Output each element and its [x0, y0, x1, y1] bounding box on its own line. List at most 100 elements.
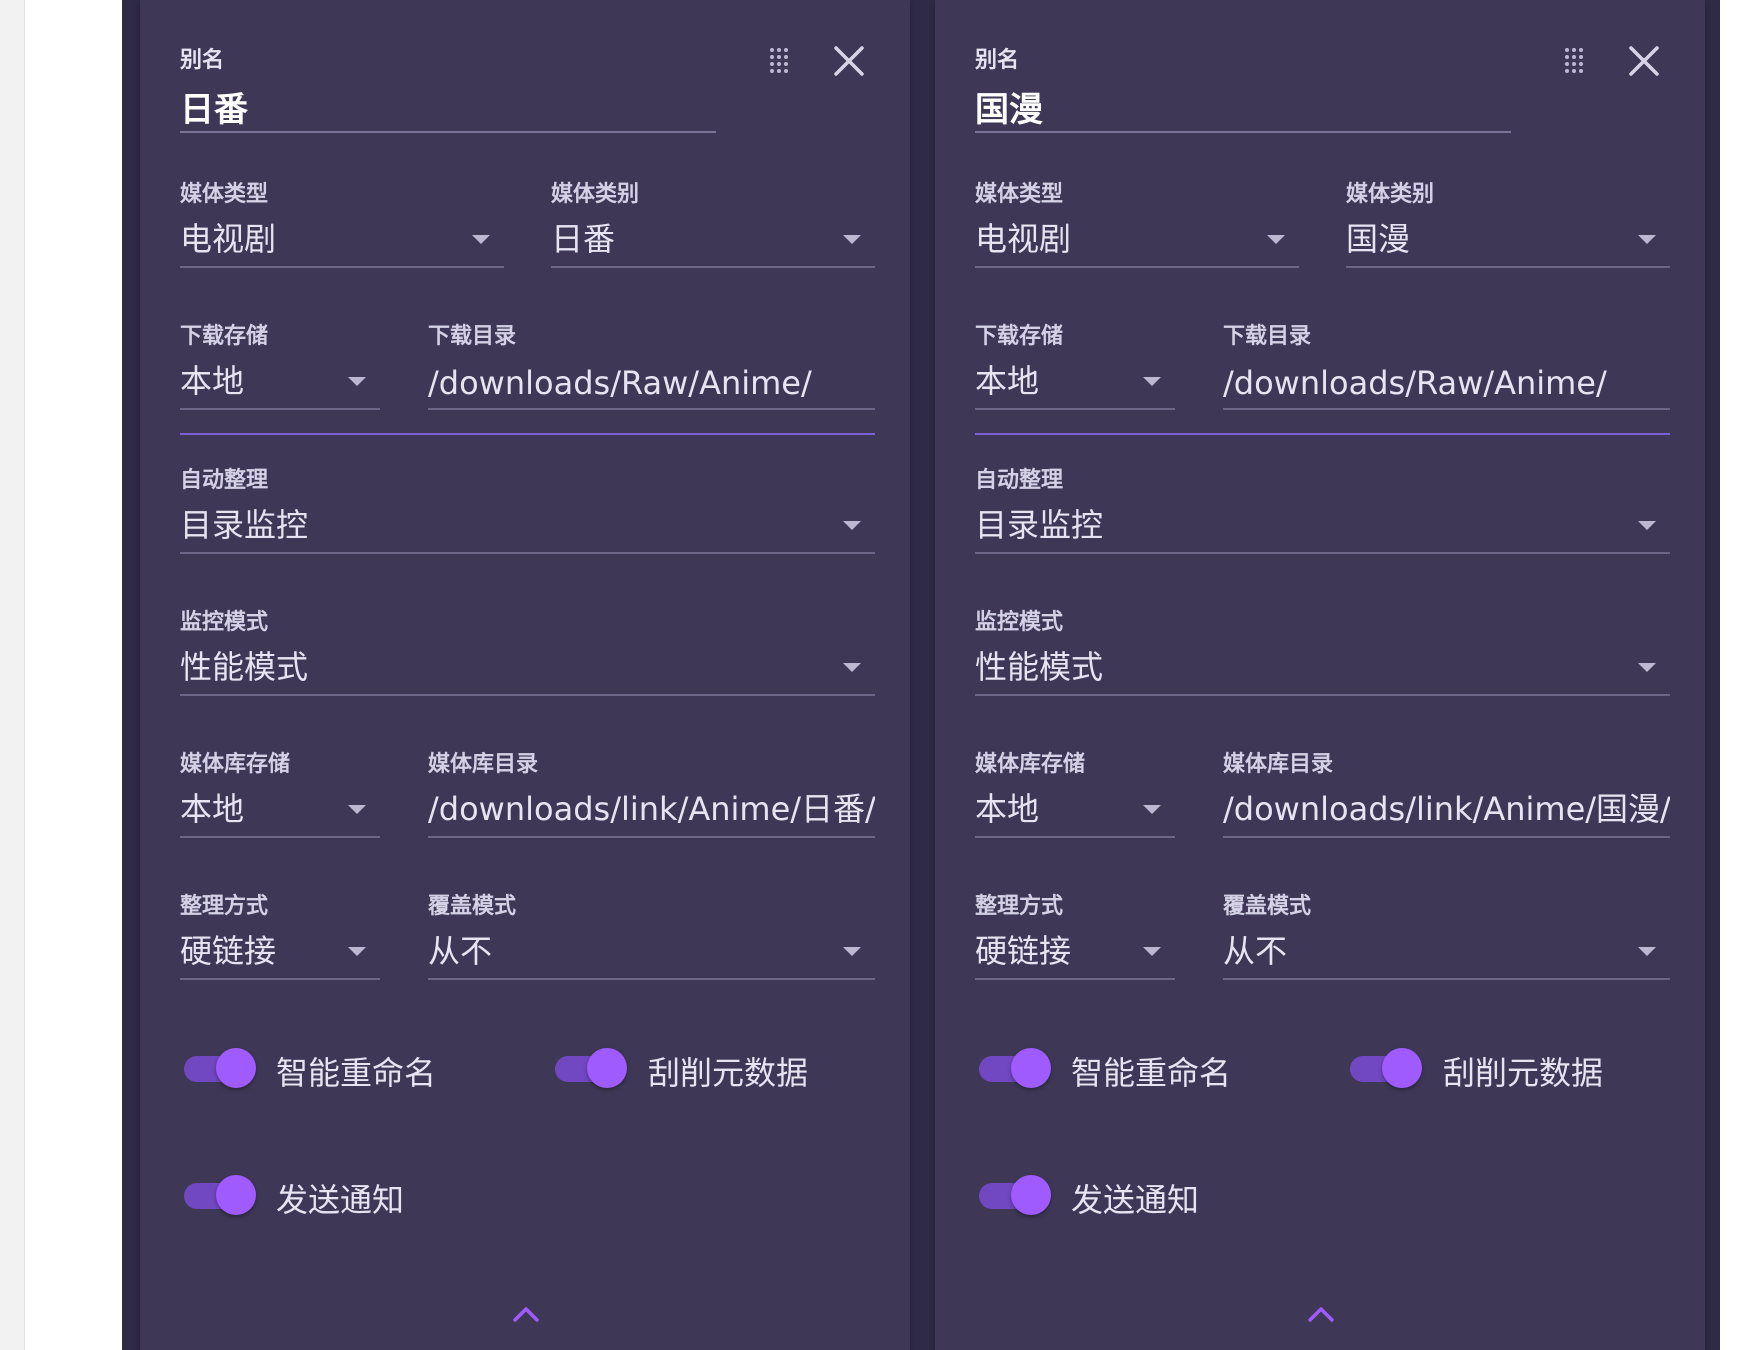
media-type-value: 电视剧 [975, 220, 1072, 258]
media-type-select[interactable]: 媒体类型 电视剧 [180, 176, 504, 268]
media-category-label: 媒体类别 [551, 182, 640, 207]
toggle-thumb [1011, 1175, 1051, 1215]
drag-handle-icon[interactable] [1562, 46, 1586, 76]
download-storage-select[interactable]: 下载存储 本地 [180, 318, 380, 410]
caret-down-icon [348, 947, 366, 956]
toggle-thumb [216, 1175, 256, 1215]
library-storage-label: 媒体库存储 [180, 752, 291, 777]
toggle-thumb [1011, 1048, 1051, 1088]
media-type-select[interactable]: 媒体类型 电视剧 [975, 176, 1299, 268]
directory-card: 别名 国漫 媒体类型 电视剧 媒体类别 国漫 下载存储 本地 下载目录 /dow… [935, 0, 1705, 1350]
library-storage-value: 本地 [975, 790, 1040, 828]
field-underline [180, 266, 504, 268]
toggle-thumb [216, 1048, 256, 1088]
send-notification-toggle[interactable] [180, 1173, 258, 1217]
organize-method-select[interactable]: 整理方式 硬链接 [180, 888, 380, 980]
caret-down-icon [843, 521, 861, 530]
auto-organize-label: 自动整理 [975, 468, 1064, 493]
organize-method-label: 整理方式 [975, 894, 1064, 919]
scrape-metadata-toggle[interactable] [1346, 1046, 1424, 1090]
download-dir-label: 下载目录 [1223, 324, 1312, 349]
smart-rename-toggle[interactable] [975, 1046, 1053, 1090]
organize-method-select[interactable]: 整理方式 硬链接 [975, 888, 1175, 980]
monitor-mode-label: 监控模式 [975, 610, 1064, 635]
drag-handle-icon[interactable] [767, 46, 791, 76]
organize-method-label: 整理方式 [180, 894, 269, 919]
caret-down-icon [843, 947, 861, 956]
library-storage-label: 媒体库存储 [975, 752, 1086, 777]
media-type-label: 媒体类型 [180, 182, 269, 207]
overwrite-mode-value: 从不 [1223, 932, 1288, 970]
library-dir-label: 媒体库目录 [428, 752, 539, 777]
toggle-thumb [1382, 1048, 1422, 1088]
media-type-value: 电视剧 [180, 220, 277, 258]
caret-down-icon [843, 663, 861, 672]
download-storage-label: 下载存储 [975, 324, 1064, 349]
overwrite-mode-select[interactable]: 覆盖模式 从不 [428, 888, 875, 980]
send-notification-label: 发送通知 [276, 1181, 405, 1219]
organize-method-value: 硬链接 [180, 932, 277, 970]
download-dir-input[interactable]: 下载目录 /downloads/Raw/Anime/ [428, 318, 875, 410]
chevron-up-icon[interactable] [1306, 1305, 1336, 1323]
field-underline [428, 978, 875, 980]
caret-down-icon [1143, 947, 1161, 956]
library-dir-input[interactable]: 媒体库目录 /downloads/link/Anime/国漫/ [1223, 746, 1670, 838]
overwrite-mode-select[interactable]: 覆盖模式 从不 [1223, 888, 1670, 980]
monitor-mode-select[interactable]: 监控模式 性能模式 [180, 604, 875, 696]
library-dir-input[interactable]: 媒体库目录 /downloads/link/Anime/日番/ [428, 746, 875, 838]
field-underline [1223, 836, 1670, 838]
caret-down-icon [348, 805, 366, 814]
send-notification-toggle[interactable] [975, 1173, 1053, 1217]
field-underline [975, 694, 1670, 696]
field-underline [975, 552, 1670, 554]
library-storage-value: 本地 [180, 790, 245, 828]
auto-organize-select[interactable]: 自动整理 目录监控 [975, 462, 1670, 554]
caret-down-icon [1638, 521, 1656, 530]
overwrite-mode-value: 从不 [428, 932, 493, 970]
field-underline [428, 408, 875, 410]
download-dir-value: /downloads/Raw/Anime/ [428, 364, 812, 402]
caret-down-icon [1638, 235, 1656, 244]
download-storage-select[interactable]: 下载存储 本地 [975, 318, 1175, 410]
field-underline [180, 408, 380, 410]
field-underline [1346, 266, 1670, 268]
caret-down-icon [348, 377, 366, 386]
field-underline [180, 836, 380, 838]
section-divider [180, 433, 875, 435]
field-underline [975, 408, 1175, 410]
media-category-select[interactable]: 媒体类别 日番 [551, 176, 875, 268]
media-category-value: 国漫 [1346, 220, 1411, 258]
smart-rename-toggle[interactable] [180, 1046, 258, 1090]
directory-settings-panel: 别名 日番 媒体类型 电视剧 媒体类别 日番 下载存储 本地 下载目录 /dow… [122, 0, 1720, 1350]
library-dir-value: /downloads/link/Anime/国漫/ [1223, 790, 1670, 828]
alias-label: 别名 [180, 48, 225, 73]
field-underline [975, 266, 1299, 268]
organize-method-value: 硬链接 [975, 932, 1072, 970]
page-left-strip [0, 0, 25, 1350]
close-icon[interactable] [832, 44, 866, 78]
monitor-mode-value: 性能模式 [180, 648, 309, 686]
alias-underline [180, 131, 716, 133]
alias-input[interactable]: 日番 [180, 82, 248, 131]
close-icon[interactable] [1627, 44, 1661, 78]
monitor-mode-select[interactable]: 监控模式 性能模式 [975, 604, 1670, 696]
library-dir-value: /downloads/link/Anime/日番/ [428, 790, 875, 828]
section-divider [975, 433, 1670, 435]
auto-organize-select[interactable]: 自动整理 目录监控 [180, 462, 875, 554]
media-type-label: 媒体类型 [975, 182, 1064, 207]
scrape-metadata-toggle[interactable] [551, 1046, 629, 1090]
library-storage-select[interactable]: 媒体库存储 本地 [975, 746, 1175, 838]
media-category-select[interactable]: 媒体类别 国漫 [1346, 176, 1670, 268]
media-category-value: 日番 [551, 220, 616, 258]
auto-organize-value: 目录监控 [975, 506, 1104, 544]
directory-card: 别名 日番 媒体类型 电视剧 媒体类别 日番 下载存储 本地 下载目录 /dow… [140, 0, 910, 1350]
download-dir-value: /downloads/Raw/Anime/ [1223, 364, 1607, 402]
field-underline [428, 836, 875, 838]
download-dir-input[interactable]: 下载目录 /downloads/Raw/Anime/ [1223, 318, 1670, 410]
chevron-up-icon[interactable] [511, 1305, 541, 1323]
alias-input[interactable]: 国漫 [975, 82, 1043, 131]
library-storage-select[interactable]: 媒体库存储 本地 [180, 746, 380, 838]
smart-rename-label: 智能重命名 [1071, 1054, 1232, 1092]
overwrite-mode-label: 覆盖模式 [428, 894, 517, 919]
scrape-metadata-label: 刮削元数据 [648, 1054, 809, 1092]
